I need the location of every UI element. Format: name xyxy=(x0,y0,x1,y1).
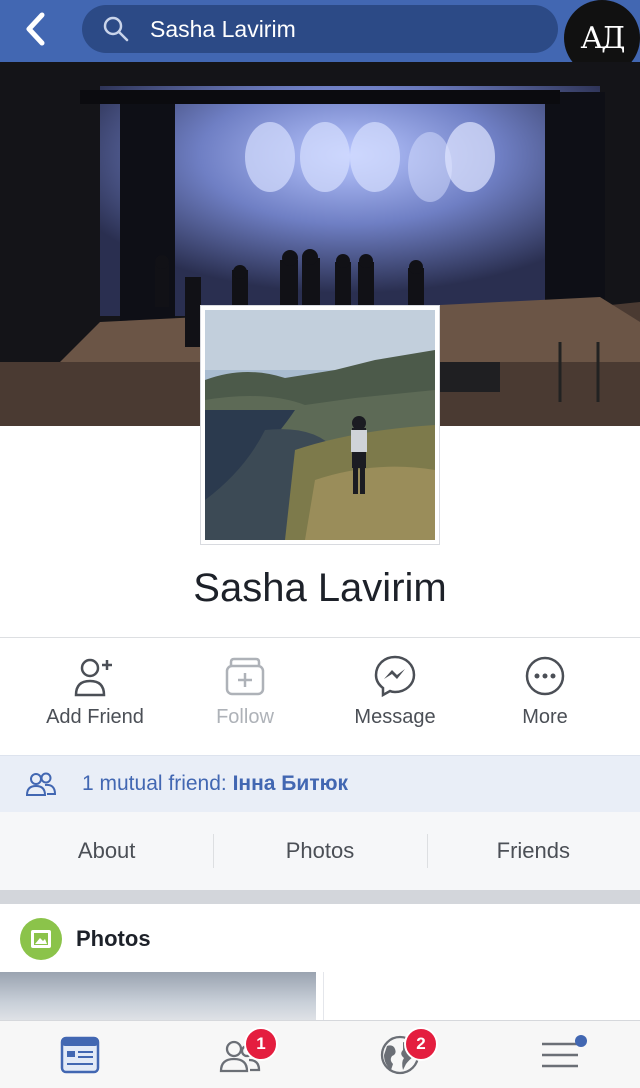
follow-button[interactable]: Follow xyxy=(170,650,320,750)
nav-news-feed[interactable] xyxy=(0,1021,160,1088)
tab-photos[interactable]: Photos xyxy=(213,812,426,890)
tab-friends[interactable]: Friends xyxy=(426,812,640,890)
add-friend-button[interactable]: Add Friend xyxy=(20,650,170,750)
follow-label: Follow xyxy=(216,706,274,728)
mutual-friends-text: 1 mutual friend: Інна Битюк xyxy=(82,772,348,796)
more-icon xyxy=(470,650,620,702)
nav-notifications[interactable]: 2 xyxy=(320,1021,480,1088)
message-button[interactable]: Message xyxy=(320,650,470,750)
profile-picture[interactable] xyxy=(200,305,440,545)
search-text: Sasha Lavirim xyxy=(150,15,296,42)
mutual-friends-prefix: 1 mutual friend: xyxy=(82,772,233,795)
mutual-friends-icon xyxy=(26,772,56,796)
photo-thumbnail[interactable] xyxy=(323,972,640,1022)
top-bar: Sasha Lavirim xyxy=(0,0,640,62)
photos-section-title: Photos xyxy=(76,926,151,951)
photos-icon xyxy=(20,918,62,960)
bottom-navigation: 1 2 xyxy=(0,1020,640,1088)
divider xyxy=(0,637,640,638)
nav-friend-requests[interactable]: 1 xyxy=(160,1021,320,1088)
more-button[interactable]: More xyxy=(470,650,620,750)
nav-menu[interactable] xyxy=(480,1021,640,1088)
message-label: Message xyxy=(354,706,436,728)
more-label: More xyxy=(522,706,568,728)
menu-new-dot xyxy=(575,1035,587,1047)
friends-badge: 1 xyxy=(244,1027,278,1061)
mutual-friend-name[interactable]: Інна Битюк xyxy=(233,772,348,795)
menu-icon xyxy=(542,1042,578,1067)
section-separator xyxy=(0,890,640,904)
profile-name: Sasha Lavirim xyxy=(193,566,447,610)
profile-tabs: About Photos Friends xyxy=(0,812,640,890)
logo-text: АД xyxy=(580,20,625,56)
search-input[interactable]: Sasha Lavirim xyxy=(82,5,558,53)
photo-thumbnail[interactable] xyxy=(0,972,316,1022)
photos-section-header[interactable]: Photos xyxy=(0,904,640,970)
add-friend-label: Add Friend xyxy=(46,706,144,728)
tab-about[interactable]: About xyxy=(0,812,213,890)
mutual-friends-bar[interactable]: 1 mutual friend: Інна Битюк xyxy=(0,755,640,813)
messenger-icon xyxy=(320,650,470,702)
search-icon xyxy=(102,15,130,43)
news-feed-icon xyxy=(60,1036,100,1073)
notifications-badge: 2 xyxy=(404,1027,438,1061)
follow-icon xyxy=(170,650,320,702)
back-icon[interactable] xyxy=(18,12,52,46)
profile-actions: Add Friend Follow Message More xyxy=(0,650,640,750)
add-friend-icon xyxy=(20,650,170,702)
